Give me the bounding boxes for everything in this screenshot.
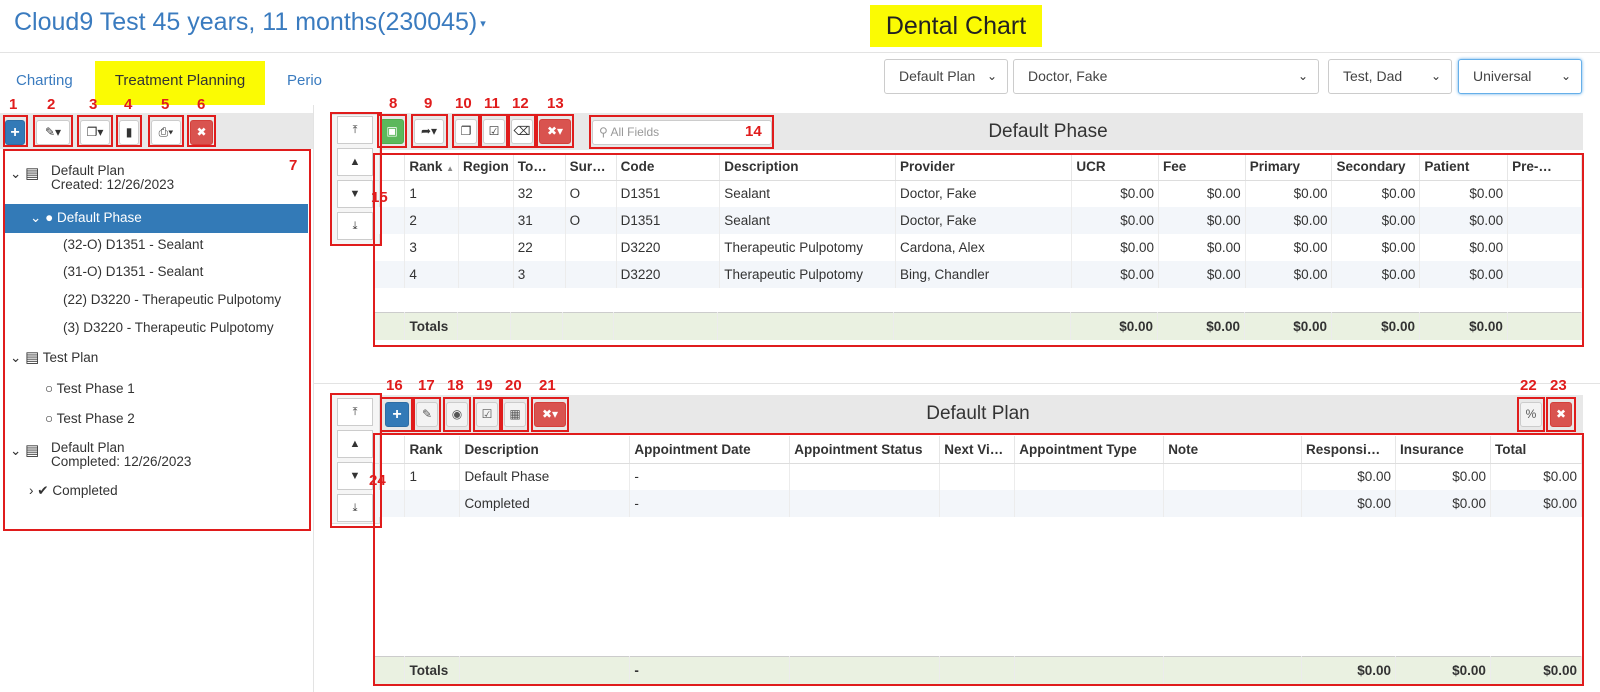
callout-box xyxy=(380,397,413,432)
callout-box xyxy=(508,114,536,148)
callout-number: 9 xyxy=(424,95,433,112)
tab-treatment-planning[interactable]: Treatment Planning xyxy=(95,61,265,105)
callout-box xyxy=(411,114,448,148)
callout-box xyxy=(373,153,1584,347)
tab-perio[interactable]: Perio xyxy=(271,61,338,105)
callout-box xyxy=(413,397,441,432)
patient-title[interactable]: Cloud9 Test 45 years, 11 months(230045) ▾ xyxy=(14,8,486,37)
callout-number: 3 xyxy=(89,96,98,113)
callout-box xyxy=(452,114,480,148)
callout-number: 12 xyxy=(512,95,529,112)
callout-number: 19 xyxy=(476,377,493,394)
callout-box xyxy=(148,115,184,147)
tooth-numbering-select[interactable]: Universal ⌄ xyxy=(1458,59,1582,94)
callout-number: 21 xyxy=(539,377,556,394)
callout-box xyxy=(77,115,113,147)
callout-box xyxy=(501,397,529,432)
callout-number: 17 xyxy=(418,377,435,394)
responsible-select[interactable]: Test, Dad ⌄ xyxy=(1328,59,1452,94)
callout-box xyxy=(443,397,471,432)
chevron-down-icon: ⌄ xyxy=(1430,69,1441,83)
callout-box xyxy=(373,433,1584,686)
divider xyxy=(0,52,1600,53)
callout-number: 6 xyxy=(197,96,206,113)
callout-number: 7 xyxy=(289,157,298,174)
callout-number: 20 xyxy=(505,377,522,394)
callout-box xyxy=(187,115,216,147)
caret-down-icon: ▾ xyxy=(480,17,486,30)
callout-number: 22 xyxy=(1520,377,1537,394)
callout-box xyxy=(3,149,311,531)
callout-number: 10 xyxy=(455,95,472,112)
callout-number: 16 xyxy=(386,377,403,394)
dental-chart-label: Dental Chart xyxy=(870,5,1042,47)
callout-number: 4 xyxy=(124,96,133,113)
phase-panel-title: Default Phase xyxy=(988,121,1108,142)
plan-select-value: Default Plan xyxy=(899,68,976,84)
patient-title-text: Cloud9 Test 45 years, 11 months(230045) xyxy=(14,8,478,36)
callout-number: 14 xyxy=(745,123,762,140)
plan-panel-title: Default Plan xyxy=(926,403,1030,424)
callout-box xyxy=(1546,397,1576,432)
chevron-down-icon: ⌄ xyxy=(986,69,997,83)
callout-number: 13 xyxy=(547,95,564,112)
callout-number: 24 xyxy=(369,472,386,489)
callout-box xyxy=(480,114,508,148)
chevron-down-icon: ⌄ xyxy=(1560,69,1571,83)
callout-number: 8 xyxy=(389,95,398,112)
plan-select[interactable]: Default Plan ⌄ xyxy=(884,59,1008,94)
callout-box xyxy=(536,114,574,148)
callout-number: 23 xyxy=(1550,377,1567,394)
callout-number: 11 xyxy=(484,95,500,112)
provider-select-value: Doctor, Fake xyxy=(1028,68,1108,84)
callout-box xyxy=(33,115,73,147)
callout-number: 1 xyxy=(9,96,18,113)
callout-box xyxy=(3,115,28,147)
provider-select[interactable]: Doctor, Fake ⌄ xyxy=(1013,59,1319,94)
responsible-select-value: Test, Dad xyxy=(1343,68,1403,84)
callout-number: 15 xyxy=(371,189,388,206)
callout-number: 2 xyxy=(47,96,56,113)
tooth-numbering-value: Universal xyxy=(1473,68,1532,84)
callout-box xyxy=(1517,397,1545,432)
chevron-down-icon: ⌄ xyxy=(1297,69,1308,83)
callout-box xyxy=(473,397,501,432)
callout-number: 18 xyxy=(447,377,464,394)
divider xyxy=(313,105,314,692)
callout-box xyxy=(116,115,142,147)
callout-number: 5 xyxy=(161,96,170,113)
callout-box xyxy=(531,397,569,432)
